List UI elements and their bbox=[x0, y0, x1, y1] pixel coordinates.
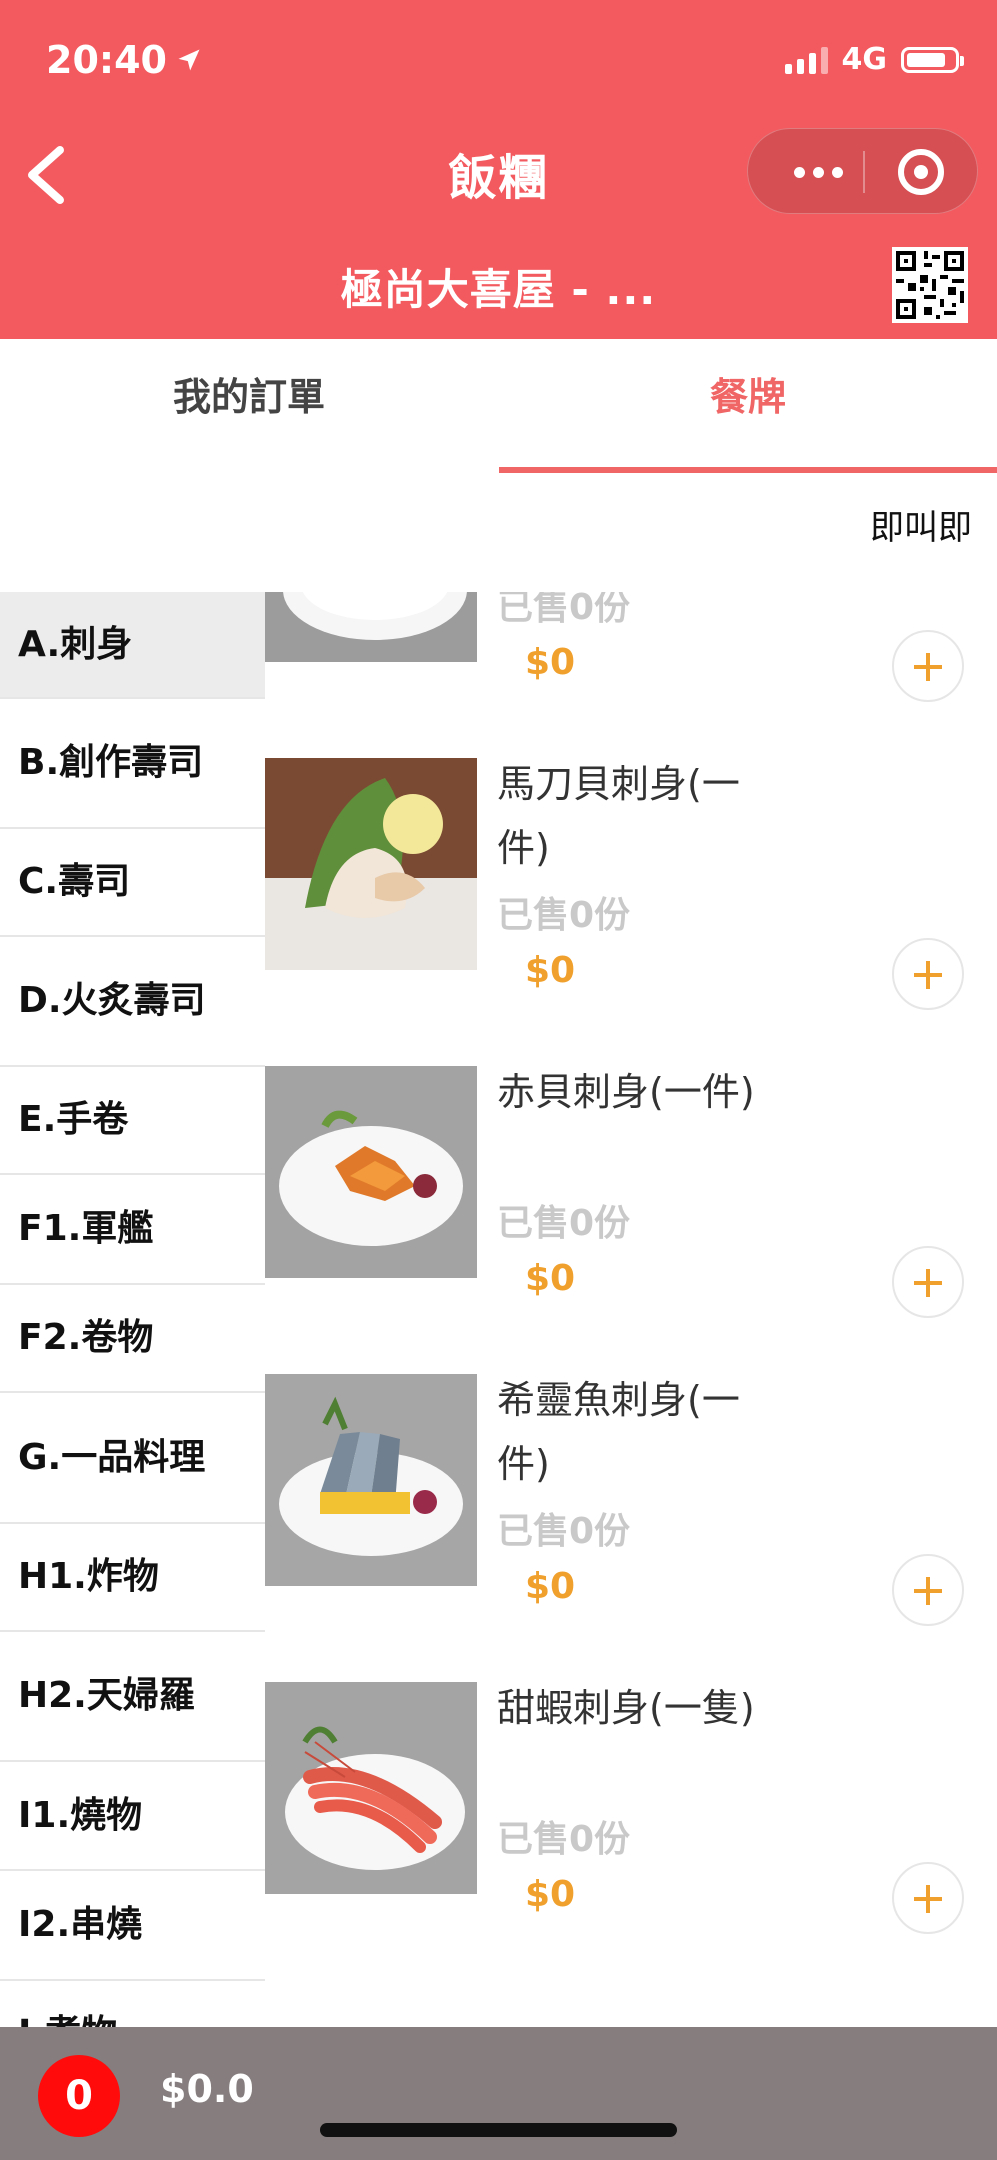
category-item-maki[interactable]: F2.卷物 bbox=[0, 1285, 265, 1393]
add-to-cart-button[interactable] bbox=[892, 1246, 964, 1318]
menu-item-name: 希靈魚刺身(一件) bbox=[497, 1378, 740, 1486]
category-label: B.創作壽司 bbox=[18, 742, 204, 783]
category-item-aburi-sushi[interactable]: D.火炙壽司 bbox=[0, 937, 265, 1067]
cellular-signal-icon bbox=[784, 46, 828, 74]
menu-item-price: $0 bbox=[525, 642, 576, 683]
cart-total: $0.0 bbox=[160, 2067, 254, 2111]
status-indicators: 4G bbox=[784, 42, 964, 77]
category-item-sushi[interactable]: C.壽司 bbox=[0, 829, 265, 937]
category-label: E.手卷 bbox=[18, 1099, 129, 1140]
category-label: I1.燒物 bbox=[18, 1794, 143, 1836]
category-sidebar: A.刺身 B.創作壽司 C.壽司 D.火炙壽司 E.手卷 F1.軍艦 F2.卷物… bbox=[0, 592, 265, 2027]
category-item-sashimi[interactable]: A.刺身 bbox=[0, 592, 265, 699]
category-label: D.火炙壽司 bbox=[18, 980, 206, 1021]
tab-my-orders[interactable]: 我的訂單 bbox=[0, 329, 498, 465]
menu-item-sold-count: 已售0份 bbox=[497, 895, 631, 936]
food-thumbnail bbox=[265, 1066, 477, 1278]
active-tab-indicator bbox=[499, 467, 997, 473]
menu-item-sold-count: 已售0份 bbox=[497, 1203, 631, 1244]
category-label: G.一品料理 bbox=[18, 1436, 206, 1478]
header: 20:40 4G 飯糰 極尚大喜屋 - ... bbox=[0, 0, 997, 339]
menu-item-price: $0 bbox=[525, 1566, 576, 1607]
food-thumbnail bbox=[265, 758, 477, 970]
add-to-cart-button[interactable] bbox=[892, 630, 964, 702]
tab-bar: 我的訂單 餐牌 bbox=[0, 339, 997, 475]
food-thumbnail bbox=[265, 1374, 477, 1586]
location-arrow-icon bbox=[178, 49, 200, 71]
qr-code-icon[interactable] bbox=[892, 247, 968, 323]
menu-item-name: 甜蝦刺身(一隻) bbox=[497, 1686, 755, 1730]
more-options-button[interactable] bbox=[778, 129, 858, 215]
network-type: 4G bbox=[841, 42, 888, 77]
add-to-cart-button[interactable] bbox=[892, 1862, 964, 1934]
close-miniprogram-button[interactable] bbox=[898, 149, 944, 195]
category-item-a-la-carte[interactable]: G.一品料理 bbox=[0, 1393, 265, 1524]
add-to-cart-button[interactable] bbox=[892, 1554, 964, 1626]
menu-item-sold-count: 已售0份 bbox=[497, 1511, 631, 1552]
food-thumbnail bbox=[265, 1682, 477, 1894]
menu-item-sold-count: 已售0份 bbox=[497, 592, 631, 628]
menu-item[interactable]: 希靈魚刺身(一件) 已售0份 $0 bbox=[265, 1374, 997, 1682]
category-item-tempura[interactable]: H2.天婦羅 bbox=[0, 1632, 265, 1762]
shop-name: 極尚大喜屋 - ... bbox=[340, 265, 657, 314]
category-label: H1.炸物 bbox=[18, 1556, 159, 1597]
menu-item[interactable]: 已售0份 $0 bbox=[265, 592, 997, 758]
tab-menu[interactable]: 餐牌 bbox=[499, 329, 997, 465]
dot-icon bbox=[831, 166, 843, 178]
menu-item-name: 赤貝刺身(一件) bbox=[497, 1070, 755, 1114]
category-item-skewers[interactable]: I2.串燒 bbox=[0, 1871, 265, 1981]
category-item-fried[interactable]: H1.炸物 bbox=[0, 1524, 265, 1632]
menu-item-sold-count: 已售0份 bbox=[497, 1819, 631, 1860]
menu-item-list: 已售0份 $0 馬刀貝刺身(一件) 已售0份 $0 赤貝刺身(一件) 已售0份 … bbox=[265, 592, 997, 2027]
dot-icon bbox=[812, 166, 824, 178]
food-thumbnail bbox=[265, 592, 477, 662]
category-label: H2.天婦羅 bbox=[18, 1675, 195, 1716]
home-indicator bbox=[320, 2123, 677, 2137]
menu-item-price: $0 bbox=[525, 1874, 576, 1915]
category-label: F1.軍艦 bbox=[18, 1208, 154, 1249]
category-label: F2.卷物 bbox=[18, 1317, 154, 1358]
category-label: C.壽司 bbox=[18, 861, 131, 902]
cart-bar[interactable]: 0 $0.0 bbox=[0, 2027, 997, 2160]
capsule-divider bbox=[863, 151, 865, 193]
notice-marquee: 即叫即 bbox=[870, 508, 972, 548]
battery-icon bbox=[901, 46, 964, 73]
status-time-text: 20:40 bbox=[46, 38, 167, 82]
category-item-gunkan[interactable]: F1.軍艦 bbox=[0, 1175, 265, 1285]
menu-item[interactable]: 甜蝦刺身(一隻) 已售0份 $0 bbox=[265, 1682, 997, 1990]
category-label: A.刺身 bbox=[18, 623, 133, 665]
add-to-cart-button[interactable] bbox=[892, 938, 964, 1010]
status-time: 20:40 bbox=[46, 38, 203, 82]
menu-item-price: $0 bbox=[525, 950, 576, 991]
miniprogram-capsule bbox=[747, 128, 978, 214]
cart-count-badge[interactable]: 0 bbox=[38, 2055, 120, 2137]
dot-icon bbox=[793, 166, 805, 178]
category-item-grilled[interactable]: I1.燒物 bbox=[0, 1762, 265, 1871]
menu-item[interactable]: 赤貝刺身(一件) 已售0份 $0 bbox=[265, 1066, 997, 1374]
category-item-simmered[interactable]: J.煮物 bbox=[0, 1981, 265, 2027]
category-label: I2.串燒 bbox=[18, 1904, 143, 1945]
menu-item-price: $0 bbox=[525, 1258, 576, 1299]
category-item-hand-roll[interactable]: E.手卷 bbox=[0, 1067, 265, 1175]
menu-item[interactable]: 馬刀貝刺身(一件) 已售0份 $0 bbox=[265, 758, 997, 1066]
category-item-creative-sushi[interactable]: B.創作壽司 bbox=[0, 699, 265, 829]
menu-item-name: 馬刀貝刺身(一件) bbox=[497, 762, 740, 870]
category-label: J.煮物 bbox=[18, 2002, 117, 2027]
qr-code-graphic bbox=[892, 247, 968, 323]
